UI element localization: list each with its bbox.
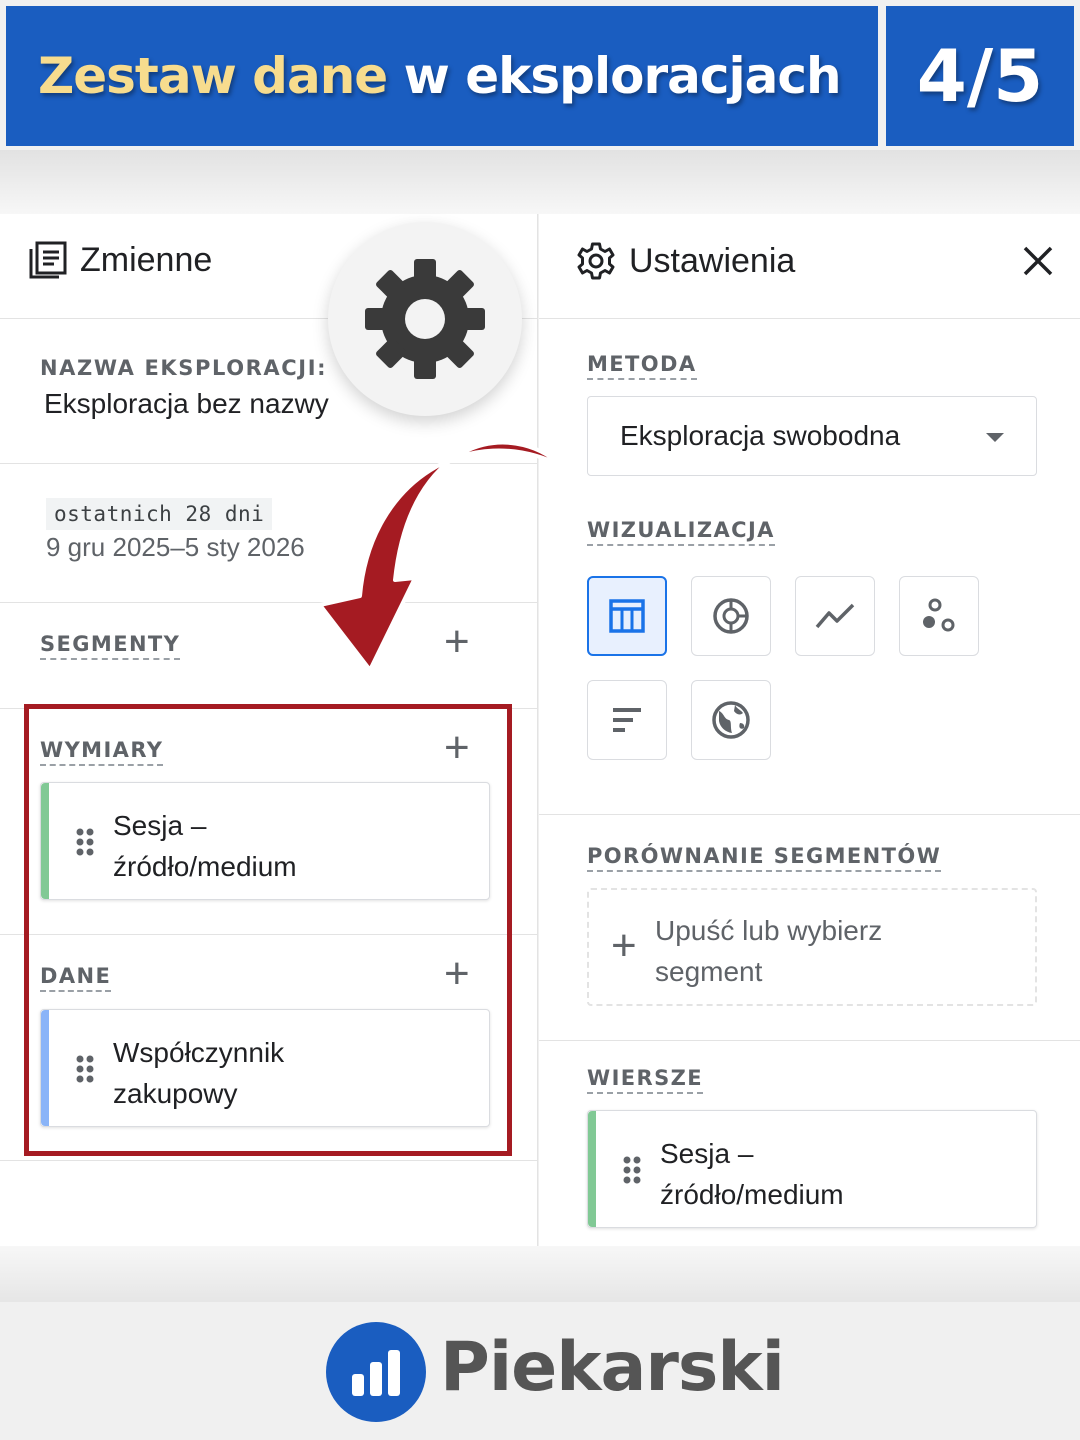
table-icon — [609, 599, 645, 633]
gear-icon — [365, 259, 485, 379]
close-icon[interactable] — [1021, 244, 1055, 278]
document-list-icon — [29, 241, 67, 279]
method-label: METODA — [587, 352, 697, 380]
viz-line-button[interactable] — [795, 576, 875, 656]
exploration-name-label: NAZWA EKSPLORACJI: — [40, 356, 328, 380]
globe-icon — [712, 701, 750, 739]
row-item-label: Sesja – źródło/medium — [660, 1133, 844, 1215]
variables-header: Zmienne — [28, 240, 212, 280]
line-chart-icon — [815, 603, 855, 629]
row-item-line1: Sesja – — [660, 1138, 754, 1169]
slide-counter: 4/5 — [886, 6, 1074, 146]
row-color-bar — [588, 1111, 596, 1227]
header-title-rest: w eksploracjach — [403, 47, 842, 105]
settings-header: Ustawienia — [575, 240, 795, 282]
visualization-label: WIZUALIZACJA — [587, 518, 775, 546]
settings-title: Ustawienia — [629, 241, 796, 280]
viz-geo-button[interactable] — [691, 680, 771, 760]
header-title: Zestaw dane w eksploracjach — [6, 6, 878, 146]
row-item-line2: źródło/medium — [660, 1179, 844, 1210]
donut-chart-icon — [713, 598, 749, 634]
gear-callout — [328, 222, 522, 416]
divider — [539, 814, 1080, 815]
settings-panel: Ustawienia METODA Eksploracja swobodna W… — [539, 214, 1080, 1246]
drag-handle-icon[interactable] — [622, 1155, 642, 1185]
segment-comparison-label: PORÓWNANIE SEGMENTÓW — [587, 844, 942, 872]
bar-chart-logo-icon — [352, 1350, 400, 1396]
row-item[interactable]: Sesja – źródło/medium — [587, 1110, 1037, 1228]
add-icon: + — [611, 921, 637, 970]
bar-chart-icon — [613, 708, 641, 732]
divider — [539, 318, 1080, 319]
viz-scatter-button[interactable] — [899, 576, 979, 656]
date-preset-chip[interactable]: ostatnich 28 dni — [46, 498, 273, 530]
highlight-box — [24, 704, 512, 1156]
method-select-value: Eksploracja swobodna — [620, 420, 901, 451]
variables-title: Zmienne — [80, 240, 213, 279]
date-range-text[interactable]: 9 gru 2025–5 sty 2026 — [46, 532, 305, 563]
brand-name: Piekarski — [440, 1328, 785, 1407]
viz-bar-button[interactable] — [587, 680, 667, 760]
top-divider-band — [0, 150, 1080, 214]
footer: Piekarski — [0, 1302, 1080, 1440]
divider — [0, 1160, 537, 1161]
curved-arrow-icon — [318, 440, 564, 672]
header-title-highlight: Zestaw dane — [38, 47, 388, 105]
brand-logo — [326, 1322, 426, 1422]
segment-dropzone[interactable]: + Upuść lub wybierz segment — [587, 888, 1037, 1006]
bottom-divider-band — [0, 1246, 1080, 1302]
segment-dropzone-text: Upuść lub wybierz segment — [655, 915, 883, 987]
method-select[interactable]: Eksploracja swobodna — [587, 396, 1037, 476]
dropdown-arrow-icon — [986, 433, 1004, 442]
divider — [539, 1040, 1080, 1041]
viz-table-button[interactable] — [587, 576, 667, 656]
gear-icon — [577, 242, 615, 280]
segments-label: SEGMENTY — [40, 632, 181, 660]
scatter-plot-icon — [923, 598, 955, 632]
exploration-name-value[interactable]: Eksploracja bez nazwy — [44, 388, 329, 420]
rows-label: WIERSZE — [587, 1066, 703, 1094]
viz-donut-button[interactable] — [691, 576, 771, 656]
